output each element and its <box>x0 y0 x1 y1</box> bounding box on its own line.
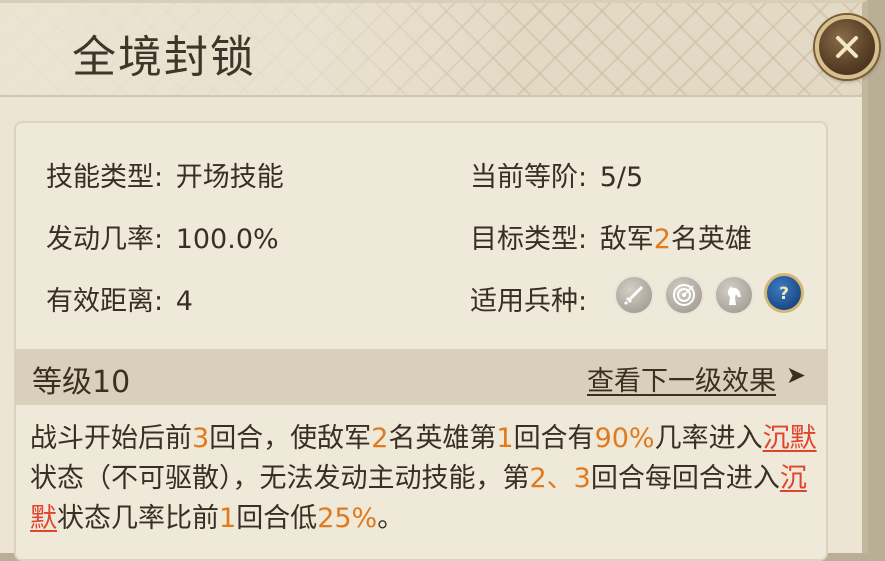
archery-target-icon[interactable] <box>664 275 704 315</box>
target-type-pre: 敌军 <box>599 224 654 255</box>
close-button[interactable] <box>815 15 879 79</box>
desc-text: 回合，使敌军 <box>209 423 372 454</box>
target-type-row: 目标类型: 敌军2名英雄 <box>470 217 752 256</box>
desc-text: 回合有 <box>513 423 595 454</box>
desc-text: 。 <box>377 503 405 534</box>
trigger-rate-label: 发动几率: <box>46 224 164 255</box>
current-rank-label: 当前等阶: <box>470 162 588 193</box>
skill-type-value: 开场技能 <box>175 162 284 193</box>
skill-type-label: 技能类型: <box>46 162 164 193</box>
desc-number: 25% <box>317 503 378 534</box>
desc-number: 90% <box>594 423 655 454</box>
desc-number: 1 <box>496 423 514 454</box>
desc-text: 几率进入 <box>654 423 763 454</box>
skill-type-row: 技能类型: 开场技能 <box>46 155 284 194</box>
desc-text: 状态（不可驱散），无法发动主动技能，第 <box>30 463 530 494</box>
desc-text: 状态几率比前 <box>57 503 219 534</box>
arrow-right-icon[interactable]: ➤ <box>786 361 806 389</box>
panel-header: 全境封锁 <box>0 3 862 97</box>
target-type-label: 目标类型: <box>470 224 588 255</box>
skill-detail-panel: 全境封锁 技能类型: 开场技能 发动几率: 100.0% 有效距离: 4 当前等… <box>0 0 868 561</box>
current-rank-row: 当前等阶: 5/5 <box>470 155 643 194</box>
sword-icon[interactable] <box>614 275 654 315</box>
desc-text: 回合低 <box>236 503 318 534</box>
skill-title: 全境封锁 <box>72 32 256 83</box>
desc-number: 2、3 <box>529 463 591 494</box>
skill-description: 战斗开始后前3回合，使敌军2名英雄第1回合有90%几率进入沉默状态（不可驱散），… <box>30 419 820 539</box>
trigger-rate-row: 发动几率: 100.0% <box>46 217 279 256</box>
desc-text: 战斗开始后前 <box>30 423 192 454</box>
desc-number: 3 <box>192 423 210 454</box>
target-type-num: 2 <box>653 224 671 255</box>
troops-label: 适用兵种: <box>470 286 588 317</box>
desc-number: 1 <box>219 503 237 534</box>
desc-text: 名英雄第 <box>388 423 497 454</box>
range-row: 有效距离: 4 <box>46 279 193 318</box>
desc-text: 回合每回合进入 <box>590 463 780 494</box>
level-label: 等级10 <box>32 365 131 400</box>
target-type-value: 敌军2名英雄 <box>600 224 752 255</box>
desc-keyword-link[interactable]: 沉默 <box>763 423 817 454</box>
horse-icon[interactable] <box>714 275 754 315</box>
level-bar: 等级10 查看下一级效果 ➤ <box>14 349 828 405</box>
close-icon <box>836 36 858 58</box>
range-value: 4 <box>175 286 193 317</box>
desc-number: 2 <box>371 423 389 454</box>
next-level-link[interactable]: 查看下一级效果 <box>587 359 776 398</box>
troops-row: 适用兵种: <box>470 279 587 318</box>
current-rank-value: 5/5 <box>599 162 644 193</box>
range-label: 有效距离: <box>46 286 164 317</box>
question-icon[interactable]: ? <box>764 273 804 313</box>
target-type-post: 名英雄 <box>670 224 752 255</box>
trigger-rate-value: 100.0% <box>175 224 279 255</box>
svg-text:?: ? <box>779 284 789 304</box>
